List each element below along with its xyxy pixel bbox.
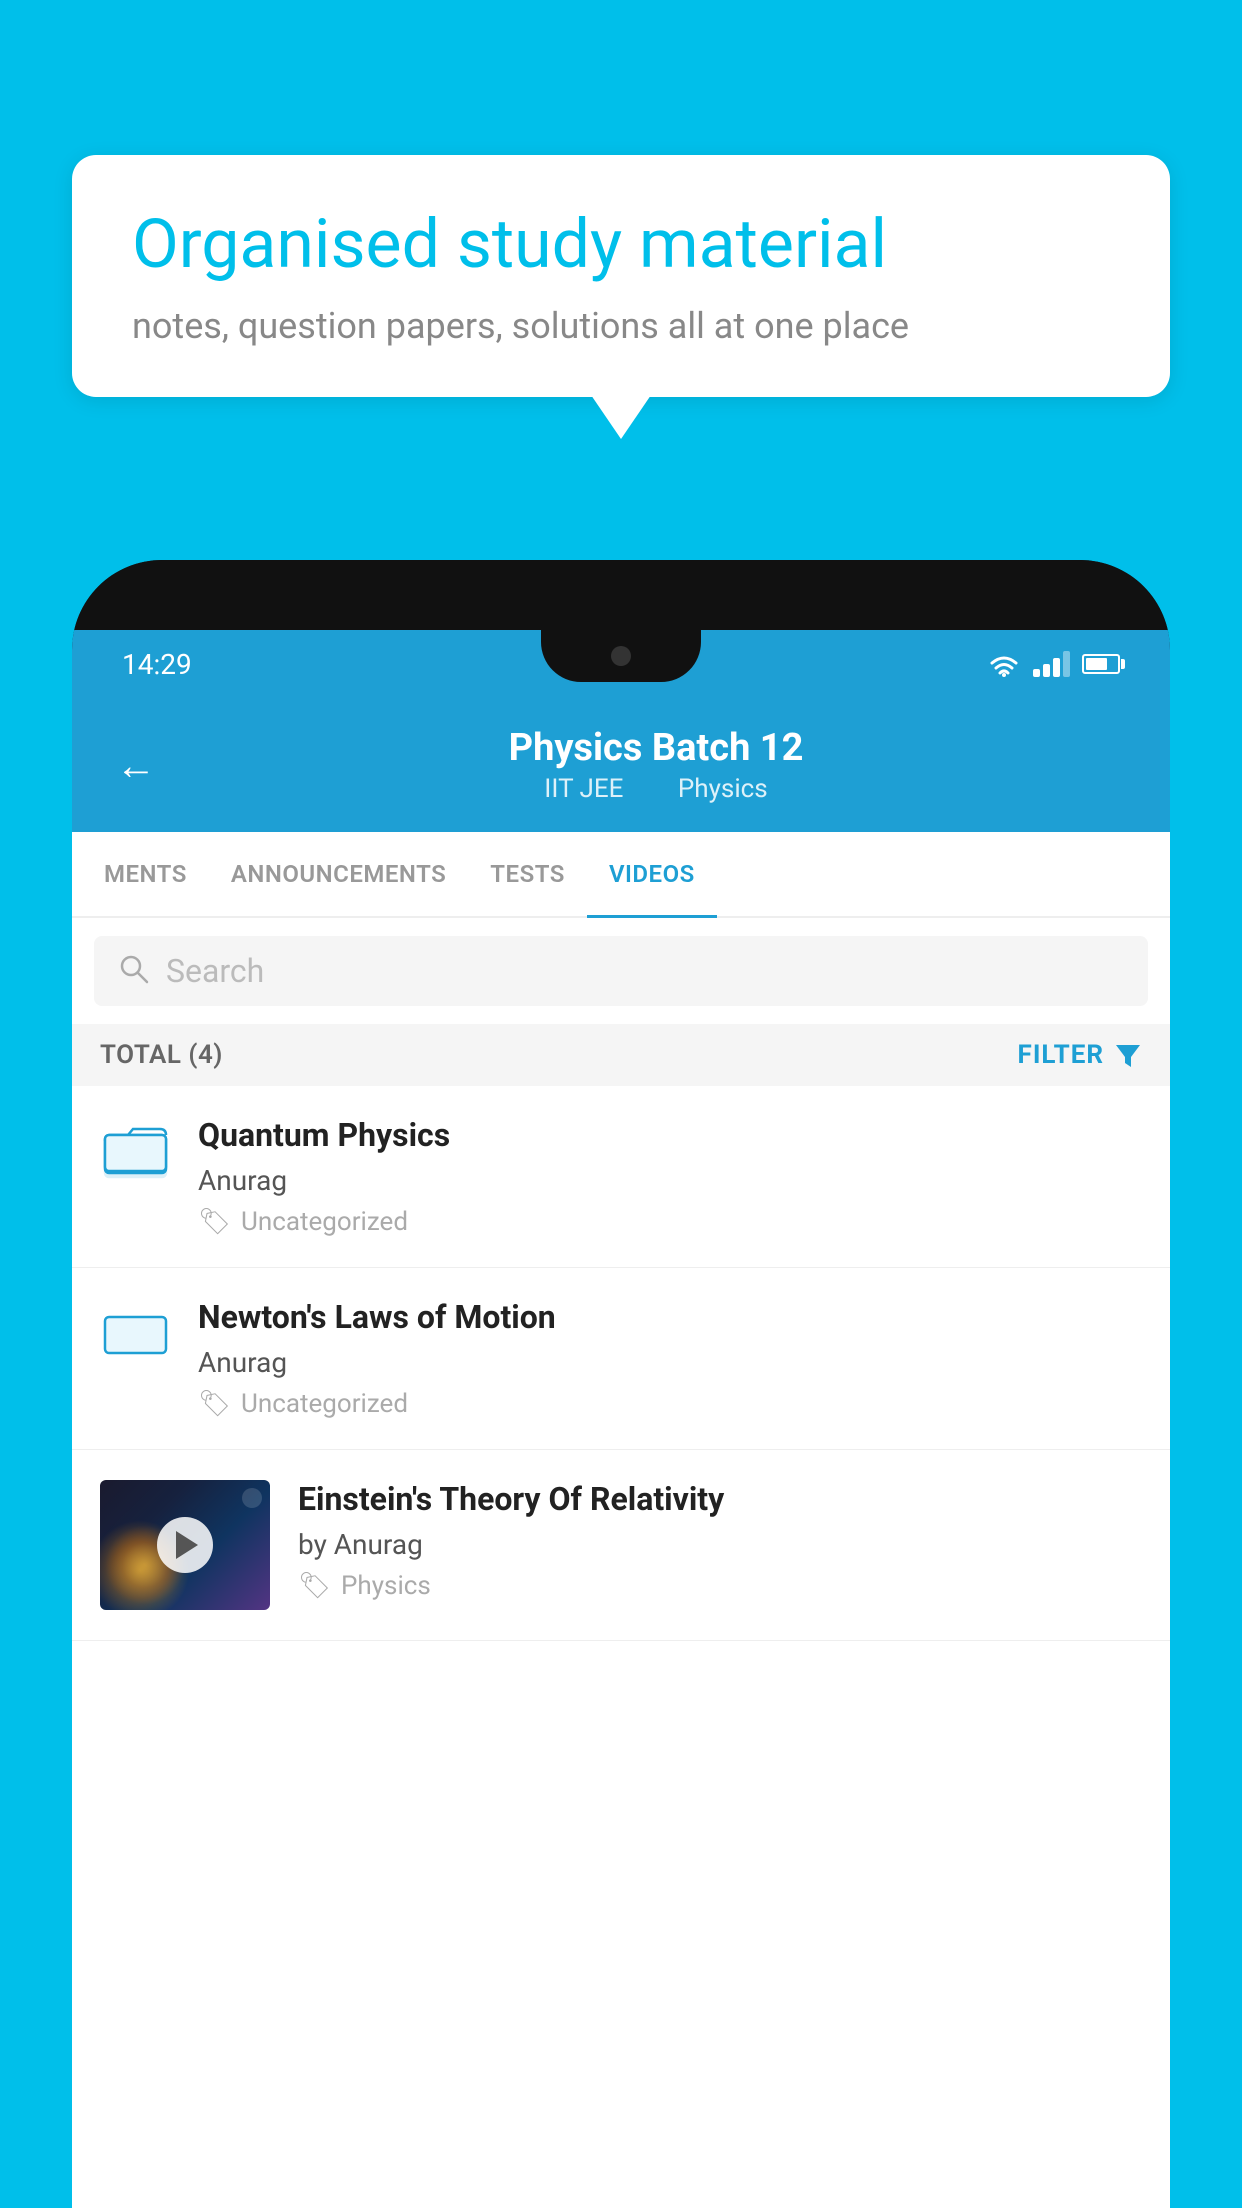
video-thumbnail	[100, 1480, 270, 1610]
list-item[interactable]: Einstein's Theory Of Relativity by Anura…	[72, 1450, 1170, 1641]
wifi-icon	[987, 651, 1021, 677]
video-author: Anurag	[198, 1346, 1142, 1379]
batch-title: Physics Batch 12	[509, 726, 804, 770]
search-placeholder: Search	[166, 952, 264, 990]
tag-label: Uncategorized	[241, 1389, 408, 1419]
tab-ments[interactable]: MENTS	[82, 832, 209, 916]
video-tag: 🏷 Uncategorized	[198, 1389, 1142, 1419]
tag-label: Physics	[341, 1571, 431, 1601]
speech-bubble: Organised study material notes, question…	[72, 155, 1170, 397]
filter-label: FILTER	[1018, 1040, 1104, 1070]
tag-icon: 🏷	[198, 1207, 231, 1237]
status-bar: 14:29	[72, 630, 1170, 698]
video-info: Quantum Physics Anurag 🏷 Uncategorized	[198, 1116, 1142, 1237]
app-header: ← Physics Batch 12 IIT JEE Physics	[72, 698, 1170, 832]
status-icons	[987, 651, 1120, 677]
batch-subtitle: IIT JEE Physics	[532, 774, 779, 804]
folder-icon	[103, 1121, 168, 1181]
bubble-title: Organised study material	[132, 205, 1110, 283]
battery-icon	[1082, 654, 1120, 674]
tag-icon: 🏷	[298, 1571, 331, 1601]
app-content: ← Physics Batch 12 IIT JEE Physics MENTS…	[72, 698, 1170, 2208]
search-icon	[118, 953, 150, 989]
tab-announcements[interactable]: ANNOUNCEMENTS	[209, 832, 468, 916]
camera-dot	[611, 646, 631, 666]
video-info: Newton's Laws of Motion Anurag 🏷 Uncateg…	[198, 1298, 1142, 1419]
video-author: Anurag	[198, 1164, 1142, 1197]
list-item[interactable]: Newton's Laws of Motion Anurag 🏷 Uncateg…	[72, 1268, 1170, 1450]
status-time: 14:29	[122, 648, 192, 681]
video-tag: 🏷 Uncategorized	[198, 1207, 1142, 1237]
video-author: by Anurag	[298, 1528, 1142, 1561]
tag-icon: 🏷	[198, 1389, 231, 1419]
video-title: Quantum Physics	[198, 1116, 1142, 1154]
phone-frame: 14:29	[72, 560, 1170, 2208]
subtitle-physics: Physics	[678, 774, 768, 804]
header-title-group: Physics Batch 12 IIT JEE Physics	[186, 726, 1126, 804]
filter-row: TOTAL (4) FILTER	[72, 1024, 1170, 1086]
folder-icon	[103, 1303, 168, 1363]
video-title: Newton's Laws of Motion	[198, 1298, 1142, 1336]
search-container: Search	[72, 918, 1170, 1024]
folder-icon-container	[100, 1116, 170, 1186]
subtitle-iit: IIT JEE	[544, 774, 623, 804]
video-title: Einstein's Theory Of Relativity	[298, 1480, 1142, 1518]
tab-tests[interactable]: TESTS	[468, 832, 587, 916]
notch	[541, 630, 701, 682]
video-tag: 🏷 Physics	[298, 1571, 1142, 1601]
filter-button[interactable]: FILTER	[1018, 1040, 1142, 1070]
battery-fill	[1086, 658, 1107, 670]
bubble-subtitle: notes, question papers, solutions all at…	[132, 305, 1110, 347]
video-info: Einstein's Theory Of Relativity by Anura…	[298, 1480, 1142, 1601]
search-box[interactable]: Search	[94, 936, 1148, 1006]
play-button[interactable]	[157, 1517, 213, 1573]
play-triangle	[176, 1531, 198, 1559]
folder-icon-container	[100, 1298, 170, 1368]
list-item[interactable]: Quantum Physics Anurag 🏷 Uncategorized	[72, 1086, 1170, 1268]
filter-icon	[1114, 1041, 1142, 1069]
total-count: TOTAL (4)	[100, 1040, 223, 1070]
video-list: Quantum Physics Anurag 🏷 Uncategorized N	[72, 1086, 1170, 2208]
signal-icon	[1033, 651, 1070, 677]
tab-videos[interactable]: VIDEOS	[587, 832, 717, 916]
back-button[interactable]: ←	[116, 742, 156, 789]
tag-label: Uncategorized	[241, 1207, 408, 1237]
tabs-bar: MENTS ANNOUNCEMENTS TESTS VIDEOS	[72, 832, 1170, 918]
phone-notch-bar	[72, 560, 1170, 630]
